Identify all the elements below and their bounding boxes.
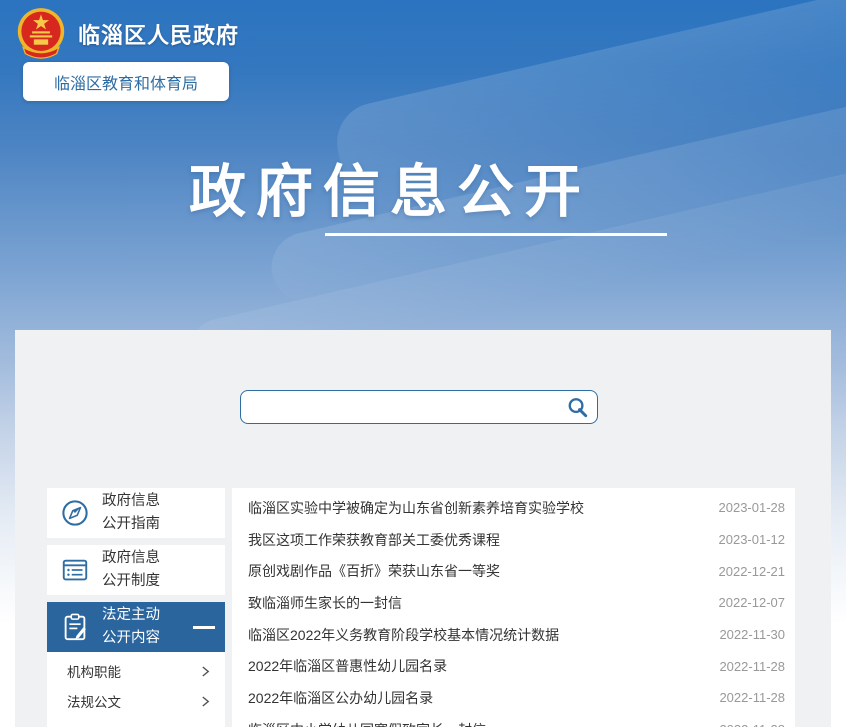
- title-underline: [325, 233, 667, 236]
- document-icon: [60, 555, 90, 585]
- sidebar-item-label: 政府信息公开制度: [102, 547, 160, 593]
- search-button[interactable]: [566, 396, 597, 419]
- active-item-marker: [193, 626, 215, 629]
- page-title: 政府信息公开: [0, 146, 780, 228]
- news-title-link[interactable]: 临淄区2022年义务教育阶段学校基本情况统计数据: [248, 625, 707, 645]
- news-row: 致临淄师生家长的一封信 2022-12-07: [232, 587, 795, 619]
- site-title: 临淄区人民政府: [78, 18, 239, 50]
- news-row: 2022年临淄区普惠性幼儿园名录 2022-11-28: [232, 650, 795, 682]
- news-list: 临淄区实验中学被确定为山东省创新素养培育实验学校 2023-01-28 我区这项…: [232, 488, 795, 727]
- news-title-link[interactable]: 临淄区实验中学被确定为山东省创新素养培育实验学校: [248, 498, 707, 518]
- sidebar-item-label: 政府信息公开指南: [102, 490, 160, 536]
- search-icon: [566, 396, 589, 419]
- news-date: 2022-11-28: [719, 659, 785, 674]
- news-title-link[interactable]: 致临淄师生家长的一封信: [248, 593, 707, 613]
- compass-icon: [60, 498, 90, 528]
- sidebar-subitem-org-functions[interactable]: 机构职能: [47, 656, 225, 686]
- department-button[interactable]: 临淄区教育和体育局: [23, 62, 229, 101]
- sidebar-item-label: 法定主动公开内容: [102, 604, 160, 650]
- news-date: 2022-12-07: [719, 595, 786, 610]
- chevron-right-icon: [201, 665, 210, 678]
- sidebar-item-open-guide[interactable]: 政府信息公开指南: [47, 488, 225, 538]
- site-home-link[interactable]: 临淄区人民政府: [16, 6, 239, 62]
- chevron-right-icon: [201, 695, 210, 708]
- news-date: 2022-11-30: [719, 627, 785, 642]
- news-title-link[interactable]: 原创戏剧作品《百折》荣获山东省一等奖: [248, 561, 707, 581]
- news-row: 我区这项工作荣获教育部关工委优秀课程 2023-01-12: [232, 524, 795, 556]
- search-input[interactable]: [241, 391, 566, 423]
- sidebar-nav: 政府信息公开指南 政府信息公开制度: [47, 488, 225, 727]
- search-box: [240, 390, 598, 424]
- clipboard-icon: [60, 612, 90, 642]
- sidebar-item-open-system[interactable]: 政府信息公开制度: [47, 545, 225, 595]
- news-title-link[interactable]: 2022年临淄区公办幼儿园名录: [248, 688, 707, 708]
- news-date: 2023-01-12: [719, 532, 786, 547]
- sidebar-submenu: 机构职能 法规公文: [47, 652, 225, 727]
- national-emblem-icon: [16, 6, 66, 62]
- news-row: 临淄区实验中学被确定为山东省创新素养培育实验学校 2023-01-28: [232, 492, 795, 524]
- news-date: 2022-12-21: [719, 564, 786, 579]
- news-row: 临淄区2022年义务教育阶段学校基本情况统计数据 2022-11-30: [232, 619, 795, 651]
- news-row: 临淄区中小学幼儿园寒假致家长一封信 2022-11-28: [232, 714, 795, 727]
- news-row: 原创戏剧作品《百折》荣获山东省一等奖 2022-12-21: [232, 555, 795, 587]
- news-title-link[interactable]: 临淄区中小学幼儿园寒假致家长一封信: [248, 720, 707, 727]
- sidebar-item-statutory-content[interactable]: 法定主动公开内容: [47, 602, 225, 652]
- news-date: 2022-11-28: [719, 690, 785, 705]
- news-row: 2022年临淄区公办幼儿园名录 2022-11-28: [232, 682, 795, 714]
- news-date: 2023-01-28: [719, 500, 786, 515]
- news-date: 2022-11-28: [719, 722, 785, 727]
- sidebar-subitem-regulations[interactable]: 法规公文: [47, 686, 225, 716]
- subitem-label: 机构职能: [67, 661, 121, 681]
- news-title-link[interactable]: 2022年临淄区普惠性幼儿园名录: [248, 656, 707, 676]
- news-title-link[interactable]: 我区这项工作荣获教育部关工委优秀课程: [248, 530, 707, 550]
- subitem-label: 法规公文: [67, 691, 121, 711]
